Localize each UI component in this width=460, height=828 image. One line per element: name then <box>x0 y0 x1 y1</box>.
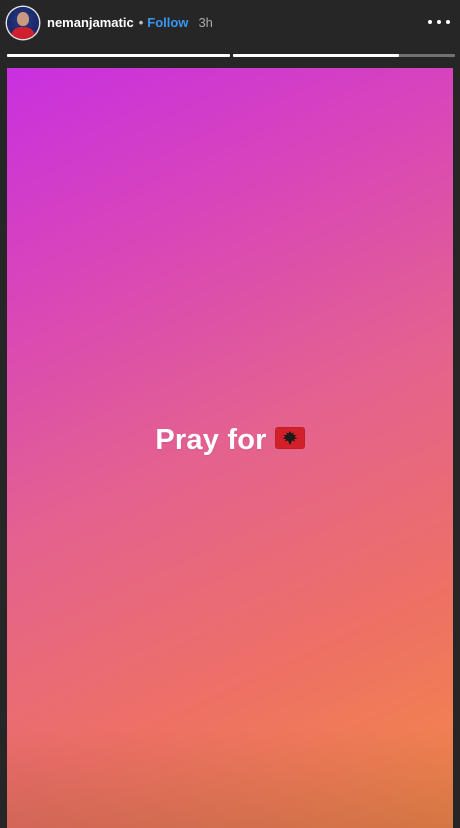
username[interactable]: nemanjamatic <box>47 15 134 31</box>
follow-button[interactable]: Follow <box>147 15 188 31</box>
story-content[interactable]: Pray for <box>7 68 453 828</box>
dot-icon <box>446 20 450 24</box>
progress-segment <box>7 54 230 57</box>
story-header: nemanjamatic • Follow 3h <box>0 0 460 46</box>
more-options-icon[interactable] <box>428 16 450 28</box>
avatar[interactable] <box>7 7 39 39</box>
dot-icon <box>437 20 441 24</box>
avatar-face <box>17 12 29 26</box>
story-viewer: nemanjamatic • Follow 3h Pray for <box>0 0 460 828</box>
story-progress <box>7 54 455 57</box>
bottom-shade <box>7 728 453 828</box>
story-caption: Pray for <box>7 424 453 457</box>
albania-flag-icon <box>274 427 305 450</box>
progress-segment <box>232 54 455 57</box>
time-ago: 3h <box>198 15 213 30</box>
caption-text: Pray for <box>155 424 267 456</box>
story-meta: nemanjamatic • Follow 3h <box>47 15 213 31</box>
avatar-shirt <box>11 27 35 39</box>
progress-fill <box>7 54 230 57</box>
progress-fill <box>232 54 400 57</box>
separator-dot: • <box>138 15 144 30</box>
dot-icon <box>428 20 432 24</box>
